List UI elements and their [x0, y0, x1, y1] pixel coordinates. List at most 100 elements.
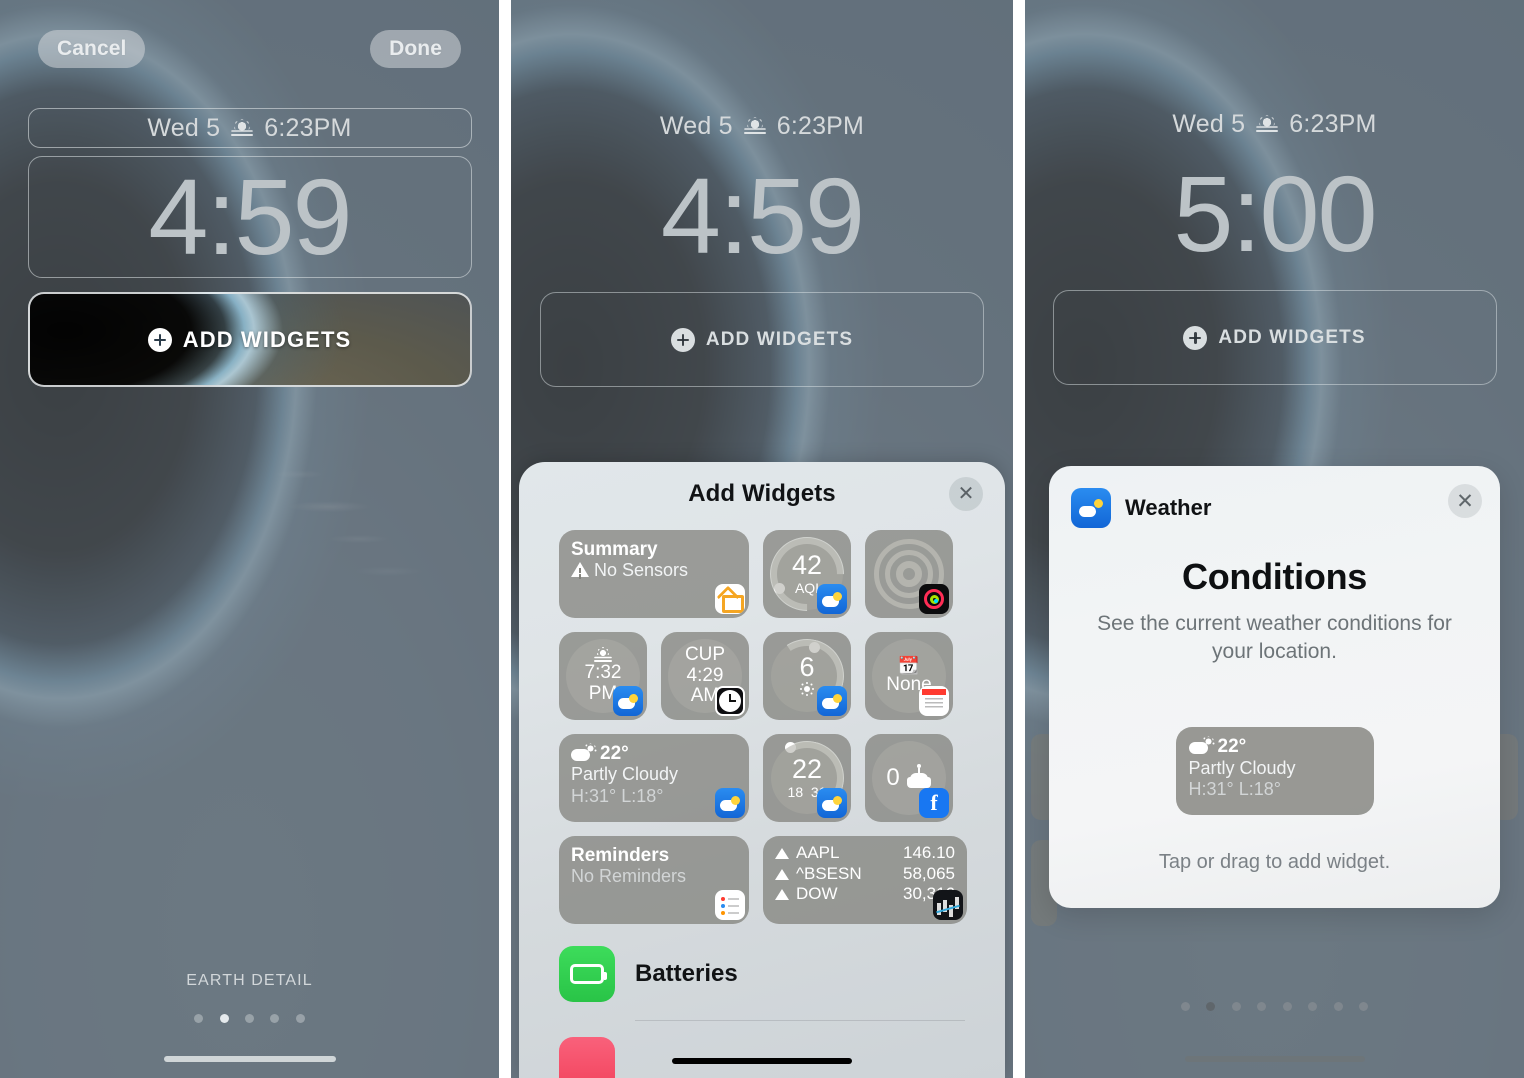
widget-title: Reminders	[571, 845, 670, 866]
facebook-birthdays-widget[interactable]: 0 f	[865, 734, 953, 822]
detail-title: Conditions	[1182, 556, 1367, 597]
widget-row: 7:32 PM CUP 4:29 AM 6 📆 None	[559, 632, 965, 720]
clock-slot[interactable]: 4:59	[540, 156, 984, 276]
page-dot[interactable]	[1359, 1002, 1369, 1011]
page-dot[interactable]	[1231, 1002, 1241, 1011]
page-dot[interactable]	[1308, 1002, 1318, 1011]
weather-conditions-widget[interactable]: 22° Partly Cloudy H:31° L:18°	[559, 734, 749, 822]
panel-gap	[1013, 0, 1025, 1078]
birthday-count: 0	[886, 764, 900, 792]
list-divider	[635, 1020, 965, 1021]
add-widgets-slot[interactable]: ADD WIDGETS	[27, 292, 472, 387]
widget-row: 22° Partly Cloudy H:31° L:18° 22 18 0 f	[559, 734, 965, 822]
clock-time: 4:59	[148, 156, 352, 277]
music-icon	[559, 1037, 615, 1078]
stock-symbol: DOW	[796, 884, 838, 904]
page-dot[interactable]	[1180, 1002, 1190, 1011]
weather-icon	[817, 686, 847, 716]
plus-circle-icon	[670, 327, 695, 352]
preview-hilo: H:31° L:18°	[1188, 779, 1281, 800]
home-indicator[interactable]	[1184, 1056, 1365, 1062]
weather-icon	[817, 584, 847, 614]
home-indicator[interactable]	[672, 1058, 852, 1064]
add-widgets-label: ADD WIDGETS	[1218, 326, 1366, 348]
page-dot[interactable]	[295, 1014, 305, 1023]
close-icon[interactable]: ✕	[1448, 484, 1482, 518]
sunset-icon	[230, 118, 254, 138]
sun-icon	[800, 681, 814, 699]
cancel-button[interactable]: Cancel	[38, 30, 146, 68]
page-dot[interactable]	[1257, 1002, 1267, 1011]
app-list: Batteries	[519, 924, 1005, 1078]
wallpaper-name: EARTH DETAIL	[186, 972, 313, 989]
clock-time: 4:59	[660, 155, 865, 276]
widget-grid: Summary No Sensors 42 AQI 7:32 PM CUP 4:…	[519, 521, 1005, 924]
aqi-value: 42	[791, 550, 823, 580]
plus-circle-icon	[147, 327, 172, 352]
screenshot-stage: Cancel Done Wed 5 6:23PM 4:59 ADD WIDGET…	[0, 0, 1524, 1078]
add-widgets-slot[interactable]: ADD WIDGETS	[1052, 290, 1497, 385]
page-dot[interactable]	[1282, 1002, 1292, 1011]
weather-icon	[817, 788, 847, 818]
detail-description: See the current weather conditions for y…	[1097, 612, 1452, 663]
uv-index-widget[interactable]: 6	[763, 632, 851, 720]
fitness-rings-widget[interactable]	[865, 530, 953, 618]
uv-value: 6	[799, 651, 815, 682]
stock-row: DOW 30,316	[775, 884, 955, 905]
stocks-widget[interactable]: AAPL 146.10 ^BSESN 58,065 DOW 30,316	[763, 836, 967, 924]
widget-title: Summary	[571, 539, 658, 560]
widget-row: Summary No Sensors 42 AQI	[559, 521, 965, 627]
reminders-widget[interactable]: Reminders No Reminders	[559, 836, 749, 924]
air-quality-widget[interactable]: 42 AQI	[754, 521, 860, 627]
weather-icon	[715, 788, 745, 818]
weather-detail-sheet: Weather ✕ Conditions See the current wea…	[1049, 466, 1500, 908]
weather-temp-line: 22°	[571, 743, 737, 764]
arrow-up-icon	[775, 868, 789, 880]
temperature-range-widget[interactable]: 22 18 31	[763, 734, 851, 822]
facebook-icon: f	[919, 788, 949, 818]
app-row-batteries[interactable]: Batteries	[559, 946, 965, 1002]
home-indicator[interactable]	[163, 1056, 336, 1062]
clock-slot[interactable]: 4:59	[27, 156, 472, 278]
wallpaper-page-dots[interactable]	[0, 1010, 499, 1028]
page-dot-active[interactable]	[219, 1014, 229, 1023]
page-dot[interactable]	[245, 1014, 254, 1023]
warning-triangle-icon	[571, 562, 589, 578]
arrow-up-icon	[775, 847, 789, 859]
widget-subtitle-text: No Sensors	[594, 560, 689, 581]
page-dot[interactable]	[270, 1014, 280, 1023]
weather-icon	[613, 686, 643, 716]
done-button[interactable]: Done	[370, 30, 461, 68]
weather-condition: Partly Cloudy	[571, 764, 679, 785]
stock-symbol: ^BSESN	[796, 863, 862, 883]
page-dot[interactable]	[194, 1014, 204, 1023]
weather-icon	[1071, 488, 1111, 528]
date-widget-slot[interactable]: Wed 5 6:23PM	[27, 108, 472, 148]
page-dot[interactable]	[1333, 1002, 1343, 1011]
partly-cloudy-icon	[1188, 737, 1215, 755]
widget-row: Reminders No Reminders AAPL 146.10 ^BSES…	[559, 836, 967, 924]
close-icon[interactable]: ✕	[949, 477, 983, 511]
home-icon	[715, 584, 745, 614]
add-widgets-slot[interactable]: ADD WIDGETS	[540, 292, 984, 387]
weather-widget-preview[interactable]: 22° Partly Cloudy H:31° L:18°	[1175, 727, 1374, 816]
add-widgets-label: ADD WIDGETS	[705, 328, 854, 350]
sunset-icon	[1255, 114, 1279, 134]
clock-slot[interactable]: 5:00	[1053, 154, 1497, 274]
stock-symbol: AAPL	[796, 843, 840, 862]
date-widget-slot[interactable]: Wed 5 6:23PM	[1053, 104, 1497, 144]
page-dot-active[interactable]	[1206, 1002, 1216, 1011]
battery-icon	[559, 946, 615, 1002]
date-widget-slot[interactable]: Wed 5 6:23PM	[540, 106, 984, 146]
home-summary-widget[interactable]: Summary No Sensors	[559, 530, 749, 618]
city-code: CUP	[684, 644, 726, 666]
calendar-none-widget[interactable]: 📆 None	[865, 632, 953, 720]
sheet-header: Weather ✕	[1049, 466, 1500, 528]
sunset-time-text: 6:23PM	[776, 111, 865, 140]
widget-page-dots[interactable]	[1025, 998, 1524, 1016]
date-text: Wed 5	[147, 113, 221, 142]
world-clock-widget[interactable]: CUP 4:29 AM	[661, 632, 749, 720]
lockscreen-stack: Wed 5 6:23PM 4:59 ADD WIDGETS	[511, 0, 1013, 387]
sunset-time-widget[interactable]: 7:32 PM	[559, 632, 647, 720]
calendar-glyph-icon: 📆	[898, 655, 920, 675]
